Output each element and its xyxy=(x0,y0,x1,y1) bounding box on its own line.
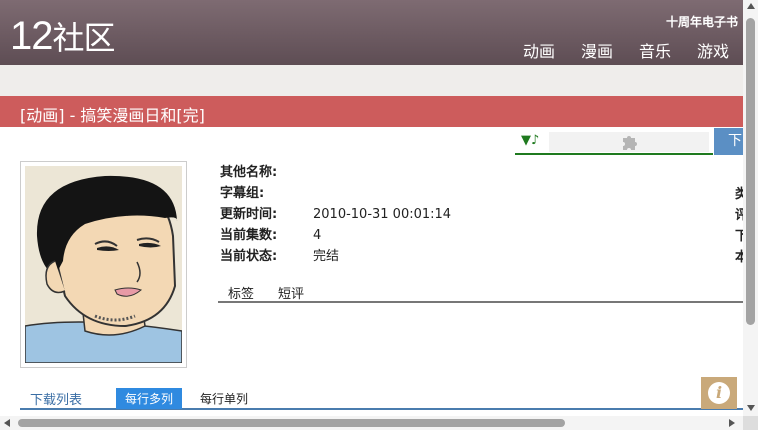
horizontal-scroll-thumb[interactable] xyxy=(18,419,565,427)
cover-image xyxy=(20,161,187,368)
info-label: 更新时间: xyxy=(220,207,278,222)
single-column-button[interactable]: 每行单列 xyxy=(200,390,248,407)
info-value: 2010-10-31 00:01:14 xyxy=(313,207,452,222)
plugin-placeholder xyxy=(549,132,709,152)
puzzle-icon xyxy=(623,136,637,150)
info-row: 当前集数: 4 xyxy=(220,225,451,246)
ebook-link[interactable]: 十周年电子书 xyxy=(666,13,738,30)
info-value: 完结 xyxy=(313,249,340,264)
info-row: 更新时间: 2010-10-31 00:01:14 xyxy=(220,204,451,225)
info-value: 4 xyxy=(313,228,322,243)
info-label: 当前状态: xyxy=(220,249,278,264)
scroll-left-icon[interactable] xyxy=(4,419,10,427)
scroll-down-icon[interactable] xyxy=(747,405,755,411)
multi-column-button[interactable]: 每行多列 xyxy=(116,388,183,409)
site-logo[interactable]: 12社区 xyxy=(10,12,116,62)
logo-number: 12 xyxy=(10,14,53,58)
nav-game[interactable]: 游戏 xyxy=(697,38,729,62)
tab-comments[interactable]: 短评 xyxy=(278,283,304,302)
info-row: 当前状态: 完结 xyxy=(220,246,451,267)
info-tabs: 标签 短评 xyxy=(218,281,743,303)
vertical-scroll-thumb[interactable] xyxy=(746,18,755,325)
info-label: 当前集数: xyxy=(220,228,278,243)
info-icon: i xyxy=(708,382,730,404)
scrollbar-corner xyxy=(743,416,758,430)
info-button[interactable]: i xyxy=(701,377,737,409)
nav-comic[interactable]: 漫画 xyxy=(581,38,613,62)
cover-illustration xyxy=(25,166,182,363)
download-button[interactable]: 下 xyxy=(714,128,743,155)
nav-music[interactable]: 音乐 xyxy=(639,38,671,62)
main-nav: 动画 漫画 音乐 游戏 xyxy=(523,38,729,62)
info-row: 其他名称: xyxy=(220,162,451,183)
info-label: 其他名称: xyxy=(220,165,278,180)
logo-text: 社区 xyxy=(52,19,116,57)
horizontal-scrollbar[interactable] xyxy=(0,416,743,430)
music-player[interactable]: ▼♪ xyxy=(515,131,713,155)
nav-anime[interactable]: 动画 xyxy=(523,38,555,62)
tab-tags[interactable]: 标签 xyxy=(228,283,254,302)
vertical-scrollbar[interactable] xyxy=(743,0,758,430)
info-label: 字幕组: xyxy=(220,186,265,201)
page-title: [动画] - 搞笑漫画日和[完] xyxy=(20,106,205,125)
download-tabs: 下载列表 每行多列 每行单列 xyxy=(20,388,743,410)
site-header: 12社区 十周年电子书 动画 漫画 音乐 游戏 xyxy=(0,0,743,65)
sub-band xyxy=(0,65,743,96)
scroll-right-icon[interactable] xyxy=(729,419,735,427)
scroll-up-icon[interactable] xyxy=(747,3,755,9)
download-list-label[interactable]: 下载列表 xyxy=(30,389,82,408)
music-note-icon[interactable]: ▼♪ xyxy=(521,133,539,148)
info-row: 字幕组: xyxy=(220,183,451,204)
info-panel: 其他名称: 字幕组: 更新时间: 2010-10-31 00:01:14 当前集数… xyxy=(220,162,451,267)
page-title-bar: [动画] - 搞笑漫画日和[完] xyxy=(0,96,743,127)
